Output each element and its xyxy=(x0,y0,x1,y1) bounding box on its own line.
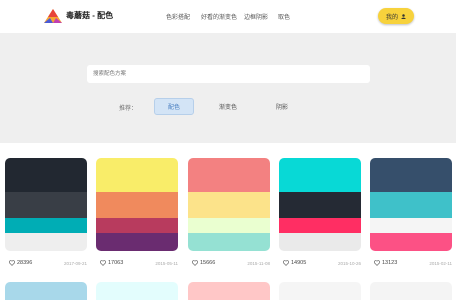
color-swatch[interactable] xyxy=(96,192,178,218)
like-count: 17063 xyxy=(108,260,124,266)
like-button[interactable]: 14905 xyxy=(283,260,306,266)
filter-shadow[interactable]: 阴影 xyxy=(262,98,302,115)
palette-date: 2017-09-21 xyxy=(63,261,87,266)
filter-gradient[interactable]: 渐变色 xyxy=(208,98,248,115)
color-swatch[interactable] xyxy=(96,218,178,233)
palette-card[interactable]: 15666 2015-11-08 xyxy=(188,158,270,272)
palette-swatches[interactable] xyxy=(96,158,178,251)
user-icon xyxy=(401,13,406,19)
palette-card[interactable]: 17063 2015-05-11 xyxy=(96,158,178,272)
like-count: 13123 xyxy=(382,260,398,266)
heart-icon xyxy=(283,260,289,266)
palette-swatches[interactable] xyxy=(5,158,87,251)
like-count: 15666 xyxy=(200,260,216,266)
palette-date: 2015-10-26 xyxy=(337,261,361,266)
like-button[interactable]: 13123 xyxy=(374,260,397,266)
nav-color-picker[interactable]: 取色 xyxy=(278,12,290,21)
color-swatch[interactable] xyxy=(188,192,270,218)
color-swatch[interactable] xyxy=(188,158,270,192)
color-swatch[interactable] xyxy=(96,233,178,251)
nav-border-shadow[interactable]: 边框阴影 xyxy=(244,12,268,21)
nav-color-match[interactable]: 色彩搭配 xyxy=(166,12,190,21)
my-button[interactable]: 我的 xyxy=(378,8,414,24)
heart-icon xyxy=(100,260,106,266)
my-button-label: 我的 xyxy=(385,14,398,21)
palette-date: 2015-02-11 xyxy=(429,261,452,266)
palette-swatches[interactable] xyxy=(188,158,270,251)
color-swatch[interactable] xyxy=(279,158,361,192)
palette-card[interactable]: 28396 2017-09-21 xyxy=(5,158,87,272)
banner xyxy=(0,33,456,143)
color-swatch[interactable] xyxy=(370,233,452,251)
filter-palette[interactable]: 配色 xyxy=(154,98,194,115)
palette-date: 2015-11-08 xyxy=(247,261,270,266)
color-swatch[interactable] xyxy=(370,158,452,192)
heart-icon xyxy=(374,260,380,266)
like-count: 14905 xyxy=(291,260,307,266)
color-swatch[interactable] xyxy=(188,233,270,251)
header: 毒蘑菇 - 配色 色彩搭配 好看的渐变色 边框阴影 取色 我的 xyxy=(0,0,456,33)
color-swatch[interactable] xyxy=(5,233,87,251)
color-swatch[interactable] xyxy=(279,233,361,251)
search-input[interactable] xyxy=(87,65,370,83)
color-swatch[interactable] xyxy=(5,192,87,218)
heart-icon xyxy=(9,260,15,266)
palette-card[interactable]: 14905 2015-10-26 xyxy=(279,158,361,272)
logo-icon[interactable] xyxy=(44,9,62,23)
heart-icon xyxy=(192,260,198,266)
palette-card-partial[interactable] xyxy=(96,282,178,300)
nav-gradient[interactable]: 好看的渐变色 xyxy=(201,12,237,21)
color-swatch[interactable] xyxy=(279,192,361,218)
palette-card-partial[interactable] xyxy=(5,282,87,300)
color-swatch[interactable] xyxy=(370,192,452,218)
recommend-label: 推荐： xyxy=(119,106,138,112)
color-swatch[interactable] xyxy=(279,218,361,233)
palette-swatches[interactable] xyxy=(279,158,361,251)
color-swatch[interactable] xyxy=(188,218,270,233)
palette-card-partial[interactable] xyxy=(279,282,361,300)
color-swatch[interactable] xyxy=(370,218,452,233)
palette-card-partial[interactable] xyxy=(188,282,270,300)
color-swatch[interactable] xyxy=(5,218,87,233)
palette-date: 2015-05-11 xyxy=(155,261,178,266)
like-count: 28396 xyxy=(17,260,33,266)
brand-title[interactable]: 毒蘑菇 - 配色 xyxy=(66,10,113,21)
like-button[interactable]: 28396 xyxy=(9,260,32,266)
palette-card[interactable]: 13123 2015-02-11 xyxy=(370,158,452,272)
palette-card-partial[interactable] xyxy=(370,282,452,300)
color-swatch[interactable] xyxy=(96,158,178,192)
like-button[interactable]: 15666 xyxy=(192,260,215,266)
palette-swatches[interactable] xyxy=(370,158,452,251)
like-button[interactable]: 17063 xyxy=(100,260,123,266)
color-swatch[interactable] xyxy=(5,158,87,192)
